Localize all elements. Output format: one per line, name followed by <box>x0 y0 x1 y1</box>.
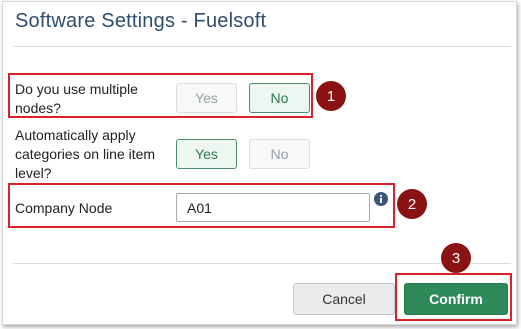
auto-categories-label: Automatically apply categories on line i… <box>15 127 156 181</box>
footer-divider <box>13 263 511 264</box>
highlight-box-1 <box>8 73 313 118</box>
highlight-box-3 <box>395 273 512 321</box>
dialog-title: Software Settings - Fuelsoft <box>15 10 267 32</box>
title-divider <box>13 46 511 47</box>
cancel-button[interactable]: Cancel <box>293 283 395 315</box>
auto-categories-no-button[interactable]: No <box>249 139 310 169</box>
auto-categories-yes-button[interactable]: Yes <box>176 139 237 169</box>
step-badge-2: 2 <box>397 189 427 219</box>
step-badge-3: 3 <box>441 243 471 273</box>
highlight-box-2 <box>8 183 395 228</box>
step-badge-1: 1 <box>316 81 346 111</box>
